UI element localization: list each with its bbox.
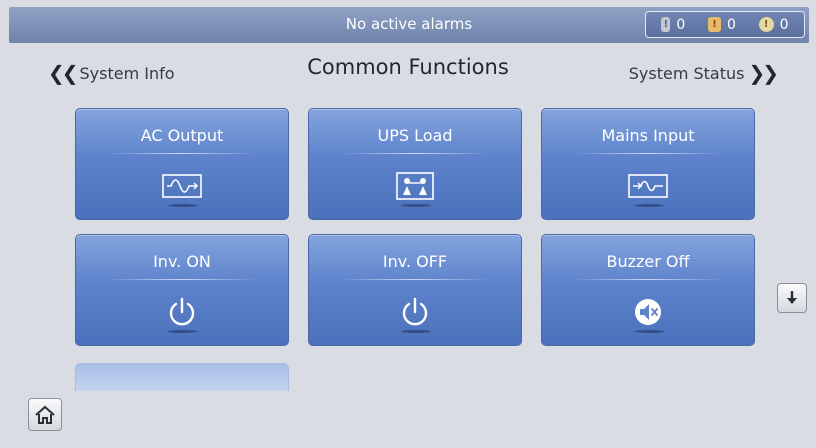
divider [339, 153, 491, 154]
icon-shadow [634, 330, 664, 333]
major-alarm-counter[interactable]: ! 0 [708, 17, 736, 33]
tile-label: UPS Load [377, 126, 453, 145]
divider [106, 153, 258, 154]
scroll-down-button[interactable] [777, 283, 807, 313]
icon-shadow [401, 204, 431, 207]
power-icon [309, 295, 521, 329]
tile-partial[interactable] [75, 363, 289, 391]
icon-shadow [168, 330, 198, 333]
icon-shadow [401, 330, 431, 333]
divider [339, 279, 491, 280]
alarm-counters[interactable]: ! 0 ! 0 ! 0 [645, 11, 805, 38]
ac-output-icon [76, 169, 288, 203]
tile-label: Inv. ON [153, 252, 211, 271]
major-alarm-count: 0 [727, 16, 736, 33]
tile-ups-load[interactable]: UPS Load [308, 108, 522, 220]
tile-ac-output[interactable]: AC Output [75, 108, 289, 220]
mute-icon [542, 295, 754, 329]
icon-shadow [168, 204, 198, 207]
tile-label: Buzzer Off [606, 252, 690, 271]
minor-alarm-counter[interactable]: ! 0 [758, 16, 789, 33]
minor-alarm-count: 0 [779, 16, 789, 33]
nav-next-button[interactable]: System Status ❯❯ [628, 61, 779, 85]
double-chevron-right-icon: ❯❯ [748, 61, 778, 85]
tile-label: AC Output [140, 126, 224, 145]
tile-label: Mains Input [601, 126, 695, 145]
tile-mains-input[interactable]: Mains Input [541, 108, 755, 220]
critical-alarm-count: 0 [676, 16, 686, 33]
status-bar: No active alarms ! 0 ! 0 ! 0 [9, 7, 809, 43]
major-alarm-icon: ! [708, 17, 722, 32]
divider [572, 153, 724, 154]
critical-alarm-icon: ! [661, 17, 671, 32]
divider [106, 279, 258, 280]
ups-load-icon [309, 169, 521, 203]
home-icon [35, 405, 55, 424]
minor-alarm-icon: ! [758, 17, 774, 32]
arrow-down-icon [787, 291, 797, 304]
icon-shadow [634, 204, 664, 207]
power-icon [76, 295, 288, 329]
tile-inv-on[interactable]: Inv. ON [75, 234, 289, 346]
mains-input-icon [542, 169, 754, 203]
divider [572, 279, 724, 280]
home-button[interactable] [28, 398, 62, 431]
tile-inv-off[interactable]: Inv. OFF [308, 234, 522, 346]
tile-buzzer-off[interactable]: Buzzer Off [541, 234, 755, 346]
tile-label: Inv. OFF [382, 252, 448, 271]
nav-next-label: System Status [628, 63, 745, 83]
critical-alarm-counter[interactable]: ! 0 [661, 17, 685, 33]
